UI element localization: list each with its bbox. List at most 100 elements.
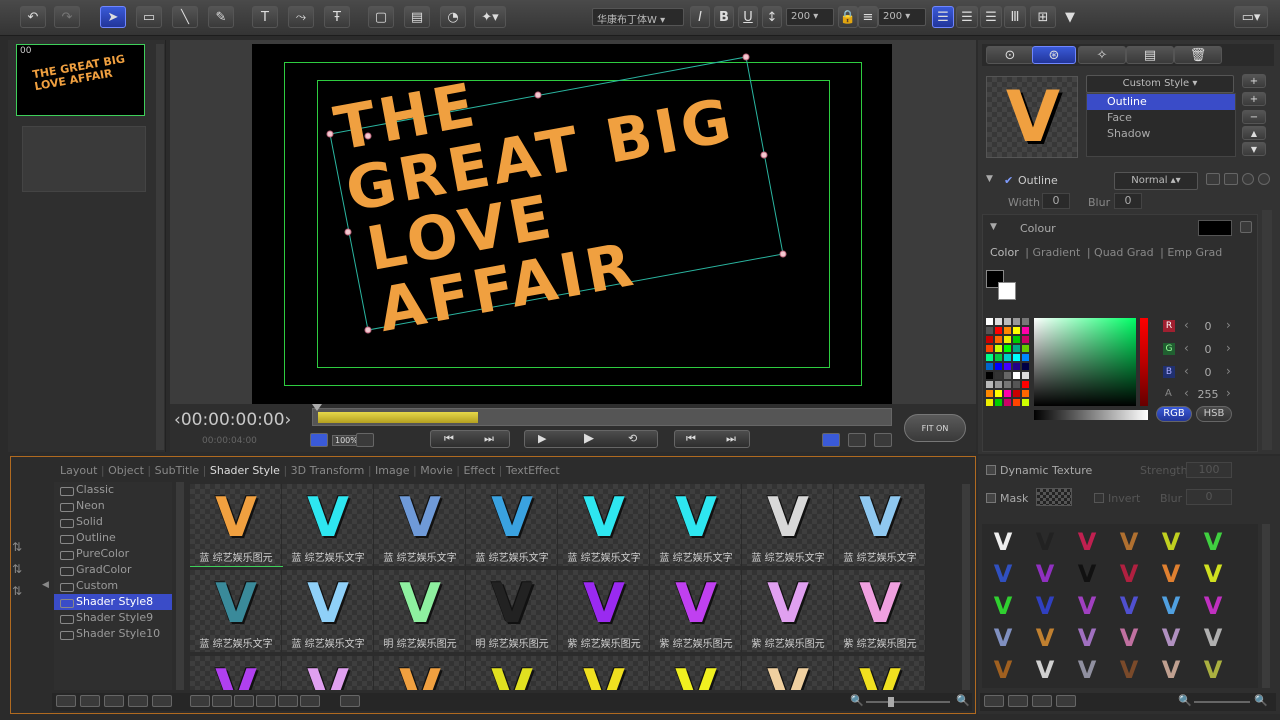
color-swatch[interactable] bbox=[1022, 336, 1029, 343]
export-preset-icon[interactable] bbox=[278, 695, 298, 707]
outline-expand-icon[interactable]: ▼ bbox=[986, 174, 993, 184]
preset-tile[interactable]: V 紫 综艺娱乐图元 bbox=[650, 570, 742, 652]
color-swatch[interactable] bbox=[1013, 372, 1020, 379]
a-increment-icon[interactable]: › bbox=[1226, 386, 1231, 400]
style-tab-2[interactable]: SubTitle bbox=[155, 464, 200, 477]
line-tool-icon[interactable]: ╲ bbox=[172, 6, 198, 28]
right-scrollbar[interactable] bbox=[1262, 210, 1272, 450]
select-tool-icon[interactable]: ➤ bbox=[100, 6, 126, 28]
panel-icon-4[interactable] bbox=[1258, 173, 1270, 185]
rectangle-tool-icon[interactable]: ▭ bbox=[136, 6, 162, 28]
color-swatch[interactable] bbox=[995, 318, 1002, 325]
color-swatch[interactable] bbox=[986, 390, 993, 397]
layer-add2-icon[interactable]: + bbox=[1242, 92, 1266, 106]
layer-icon[interactable]: ▤ bbox=[404, 6, 430, 28]
color-swatch[interactable] bbox=[1013, 363, 1020, 370]
color-swatch[interactable] bbox=[995, 354, 1002, 361]
color-swatch[interactable] bbox=[1004, 381, 1011, 388]
text-tool-icon[interactable]: T bbox=[252, 6, 278, 28]
color-swatch[interactable] bbox=[1013, 336, 1020, 343]
thumbnails-scrollbar[interactable] bbox=[156, 44, 164, 450]
preset-tile[interactable]: V bbox=[650, 656, 742, 690]
layer-add-icon[interactable]: + bbox=[1242, 74, 1266, 88]
a-value[interactable]: 255 bbox=[1196, 388, 1220, 401]
preset-tile[interactable]: V 明 综艺娱乐图元 bbox=[466, 570, 558, 652]
texture-swatch[interactable]: V bbox=[1198, 656, 1228, 684]
b-decrement-icon[interactable]: ‹ bbox=[1184, 364, 1189, 378]
page-thumbnail-empty[interactable] bbox=[22, 126, 146, 192]
strength-input[interactable]: 100 bbox=[1186, 462, 1232, 478]
texture-swatch[interactable]: V bbox=[988, 624, 1018, 652]
align-right-icon[interactable]: ☰ bbox=[980, 6, 1002, 28]
category-scrollbar[interactable] bbox=[176, 482, 184, 690]
view-mode-icon[interactable] bbox=[822, 433, 840, 447]
align-left-icon[interactable]: ☰ bbox=[932, 6, 954, 28]
texture-scrollbar[interactable] bbox=[1262, 524, 1270, 688]
add-preset-icon[interactable] bbox=[190, 695, 210, 707]
lib-btn-5[interactable] bbox=[152, 695, 172, 707]
r-value[interactable]: 0 bbox=[1200, 320, 1216, 333]
mask-preview[interactable] bbox=[1036, 488, 1072, 506]
bg-color-box[interactable] bbox=[998, 282, 1016, 300]
color-picker-field[interactable] bbox=[1034, 318, 1136, 406]
lock-icon[interactable]: 🔒 bbox=[838, 6, 858, 28]
color-swatch[interactable] bbox=[1013, 345, 1020, 352]
color-swatch[interactable] bbox=[995, 390, 1002, 397]
panel-icon-1[interactable] bbox=[1206, 173, 1220, 185]
layer-down-icon[interactable]: ▼ bbox=[1242, 142, 1266, 156]
preset-tile[interactable]: V 紫 综艺娱乐图元 bbox=[834, 570, 926, 652]
preset-tile[interactable]: V bbox=[558, 656, 650, 690]
texture-zoom-slider[interactable] bbox=[1194, 701, 1250, 703]
texture-swatch[interactable]: V bbox=[1156, 560, 1186, 588]
library-icon-3[interactable]: ⇅ bbox=[12, 584, 42, 598]
color-swatch[interactable] bbox=[986, 345, 993, 352]
color-swatch[interactable] bbox=[995, 399, 1002, 406]
blend-mode-select[interactable]: Normal ▴▾ bbox=[1114, 172, 1198, 190]
texture-add-icon[interactable] bbox=[984, 695, 1004, 707]
texture-swatch[interactable]: V bbox=[988, 560, 1018, 588]
style-tab-7[interactable]: Effect bbox=[463, 464, 495, 477]
style-tab-1[interactable]: Object bbox=[108, 464, 144, 477]
lib-btn-1[interactable] bbox=[56, 695, 76, 707]
apply-preset-icon[interactable] bbox=[256, 695, 276, 707]
preset-tile[interactable]: V 蓝 综艺娱乐文字 bbox=[742, 484, 834, 566]
texture-swatch[interactable]: V bbox=[1156, 624, 1186, 652]
image-frame-icon[interactable]: ▢ bbox=[368, 6, 394, 28]
trash-tab-icon[interactable]: 🗑 bbox=[1174, 46, 1222, 64]
color-swatch[interactable] bbox=[1004, 354, 1011, 361]
color-swatch[interactable] bbox=[1013, 381, 1020, 388]
texture-swatch[interactable]: V bbox=[988, 528, 1018, 556]
color-tab-quad-grad[interactable]: Quad Grad bbox=[1094, 246, 1154, 259]
style-tab-6[interactable]: Movie bbox=[420, 464, 453, 477]
zoom-slider-thumb[interactable] bbox=[888, 697, 894, 707]
monitor-icon[interactable] bbox=[310, 433, 328, 447]
vertical-text-icon[interactable]: Ŧ bbox=[324, 6, 350, 28]
curve-tool-icon[interactable]: ✎ bbox=[208, 6, 234, 28]
color-swatch[interactable] bbox=[1004, 363, 1011, 370]
style-category-item[interactable]: Classic bbox=[54, 482, 172, 498]
preset-tile[interactable]: V 蓝 综艺娱乐文字 bbox=[834, 484, 926, 566]
color-swatch[interactable] bbox=[1013, 399, 1020, 406]
style-category-item[interactable]: Shader Style9 bbox=[54, 610, 172, 626]
style-tab-8[interactable]: TextEffect bbox=[506, 464, 560, 477]
zoom-out-icon[interactable]: 🔍 bbox=[850, 694, 864, 707]
more-icon[interactable]: ▼ bbox=[1060, 6, 1080, 28]
prev-frame-icon[interactable]: ⏮ bbox=[444, 432, 454, 446]
texture-swatch[interactable]: V bbox=[1114, 528, 1144, 556]
style-tab-4[interactable]: 3D Transform bbox=[291, 464, 365, 477]
g-value[interactable]: 0 bbox=[1200, 343, 1216, 356]
color-swatch[interactable] bbox=[986, 399, 993, 406]
hsb-button[interactable]: HSB bbox=[1196, 406, 1232, 422]
mask-checkbox[interactable] bbox=[986, 493, 996, 503]
color-swatch[interactable] bbox=[1004, 390, 1011, 397]
color-swatch[interactable] bbox=[995, 363, 1002, 370]
texture-swatch[interactable]: V bbox=[988, 592, 1018, 620]
style-tab-3[interactable]: Shader Style bbox=[210, 464, 280, 477]
layout-tab-icon[interactable]: ⊙ bbox=[986, 46, 1034, 64]
loop-icon[interactable]: ⟲ bbox=[628, 432, 637, 445]
effect-tab-icon[interactable]: ✧ bbox=[1078, 46, 1126, 64]
texture-swatch[interactable]: V bbox=[1156, 528, 1186, 556]
play-icon[interactable]: ▶ bbox=[538, 432, 546, 445]
preset-tile[interactable]: V 蓝 综艺娱乐文字 bbox=[190, 570, 282, 652]
preset-tile[interactable]: V bbox=[742, 656, 834, 690]
